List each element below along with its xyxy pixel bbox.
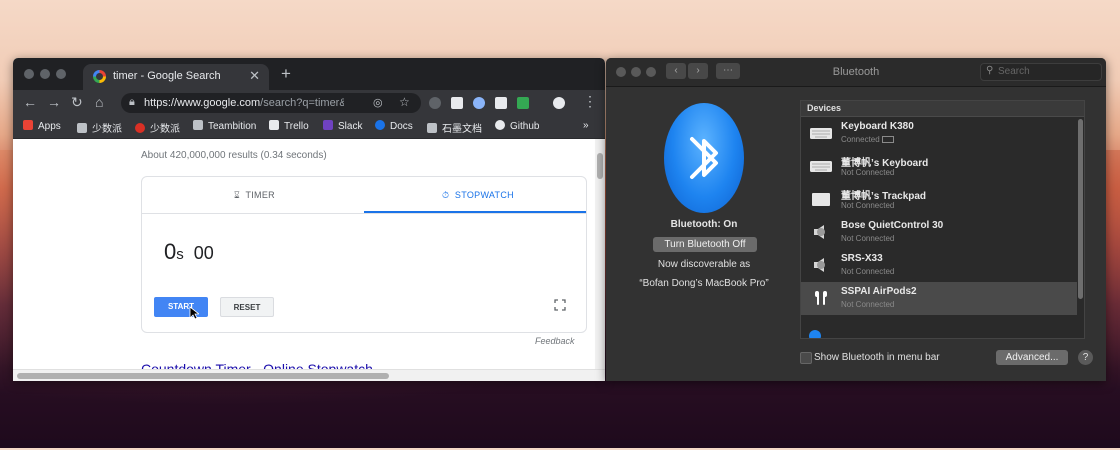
- bluetooth-logo-icon: [664, 103, 744, 213]
- airpods-icon: [815, 291, 827, 305]
- slack-icon: [323, 120, 333, 130]
- devices-scrollbar[interactable]: [1078, 117, 1084, 338]
- bookmark-item[interactable]: Slack: [323, 120, 362, 132]
- bookmarks-bar: Apps 少数派 少数派 Teambition Trello Slack Doc…: [13, 116, 605, 139]
- stopwatch-display: 0s 00: [164, 239, 214, 264]
- bookmark-item[interactable]: Trello: [269, 120, 309, 132]
- footer: Show Bluetooth in menu bar Advanced... ?: [606, 345, 1106, 381]
- profile-avatar[interactable]: [553, 97, 565, 109]
- browser-toolbar: ← → ↻ ⌂ 🔒︎ https://www.google.com/search…: [13, 90, 605, 116]
- speaker-icon: [814, 225, 825, 239]
- bookmarks-overflow-icon[interactable]: »: [583, 120, 589, 131]
- forward-arrow-icon[interactable]: →: [47, 94, 61, 110]
- tab-title: timer - Google Search: [113, 70, 221, 82]
- advanced-button[interactable]: Advanced...: [996, 350, 1068, 365]
- apps-grid-icon: [23, 120, 33, 130]
- bookmark-item[interactable]: 石墨文档: [427, 120, 482, 135]
- fullscreen-icon[interactable]: [554, 299, 566, 311]
- docs-icon: [375, 120, 385, 130]
- menu-kebab-icon[interactable]: ⋮: [583, 93, 597, 110]
- tab-stopwatch[interactable]: ⏱︎ STOPWATCH: [442, 190, 514, 201]
- device-row[interactable]: 董博帆’s Trackpad Not Connected: [801, 183, 1077, 216]
- home-icon[interactable]: ⌂: [95, 94, 103, 110]
- timer-tabs: ⌛︎ TIMER ⏱︎ STOPWATCH: [142, 177, 586, 214]
- bluetooth-prefs-window: ‹ › ⋯ Bluetooth ⚲ Search Bluetooth: On T…: [606, 58, 1106, 381]
- battery-icon: [881, 136, 894, 143]
- teambition-icon: [193, 120, 203, 130]
- sspai-icon: [135, 123, 145, 133]
- lock-icon: 🔒︎: [129, 96, 135, 108]
- keyboard-icon: [810, 128, 832, 139]
- shimo-icon: [427, 123, 437, 133]
- active-tab-indicator: [364, 211, 586, 213]
- bluetooth-device-icon: [809, 330, 821, 338]
- url-text[interactable]: https://www.google.com/search?q=timer&..…: [144, 97, 344, 109]
- back-arrow-icon[interactable]: ←: [23, 94, 37, 110]
- device-row-selected[interactable]: SSPAI AirPods2 Not Connected: [801, 282, 1077, 315]
- bookmark-item[interactable]: Docs: [375, 120, 413, 132]
- start-button[interactable]: START: [154, 297, 208, 317]
- show-in-menu-bar-label[interactable]: Show Bluetooth in menu bar: [814, 352, 940, 363]
- address-bar[interactable]: 🔒︎ https://www.google.com/search?q=timer…: [121, 93, 421, 113]
- browser-tab[interactable]: timer - Google Search ✕: [83, 64, 269, 90]
- feedback-link[interactable]: Feedback: [535, 336, 575, 346]
- close-tab-icon[interactable]: ✕: [249, 68, 260, 84]
- horizontal-scrollbar[interactable]: [13, 369, 605, 381]
- tab-timer[interactable]: ⌛︎ TIMER: [234, 190, 275, 201]
- github-icon: [495, 120, 505, 130]
- bookmark-apps[interactable]: Apps: [23, 120, 61, 132]
- notion-icon[interactable]: [495, 97, 507, 109]
- computer-name: “Bofan Dong’s MacBook Pro”: [639, 278, 769, 289]
- reload-icon[interactable]: ↻: [71, 94, 83, 111]
- turn-bluetooth-off-button[interactable]: Turn Bluetooth Off: [653, 237, 757, 252]
- extension-icon[interactable]: [517, 97, 529, 109]
- extension-icon[interactable]: [451, 97, 463, 109]
- devices-header: Devices: [801, 101, 1084, 117]
- close-window-button[interactable]: [24, 69, 34, 79]
- bookmark-item[interactable]: Github: [495, 120, 539, 132]
- speaker-icon: [814, 258, 825, 272]
- device-row[interactable]: SRS-X33 Not Connected: [801, 249, 1077, 282]
- results-stats: About 420,000,000 results (0.34 seconds): [141, 150, 327, 161]
- trackpad-icon: [812, 193, 830, 206]
- reset-button[interactable]: RESET: [220, 297, 274, 317]
- location-icon[interactable]: ◎: [373, 96, 383, 109]
- zoom-window-button[interactable]: [56, 69, 66, 79]
- minimize-window-button[interactable]: [40, 69, 50, 79]
- bookmark-item[interactable]: 少数派: [77, 120, 122, 135]
- google-favicon-icon: [93, 70, 106, 83]
- discoverable-label: Now discoverable as: [657, 259, 751, 270]
- device-row[interactable]: Keyboard K380 Connected: [801, 117, 1077, 150]
- trello-icon: [269, 120, 279, 130]
- devices-list: Devices Keyboard K380 Connected 董博帆’s Ke…: [800, 100, 1085, 339]
- device-row[interactable]: Bose QuietControl 30 Not Connected: [801, 216, 1077, 249]
- stopwatch-card: ⌛︎ TIMER ⏱︎ STOPWATCH 0s 00 START RESET: [141, 176, 587, 333]
- extension-icon[interactable]: [429, 97, 441, 109]
- folder-icon: [77, 123, 87, 133]
- window-titlebar: ‹ › ⋯ Bluetooth ⚲ Search: [606, 58, 1106, 87]
- search-icon: ⚲: [986, 65, 994, 76]
- chrome-window: timer - Google Search ✕ + ← → ↻ ⌂ 🔒︎ htt…: [13, 58, 605, 381]
- bookmark-item[interactable]: Teambition: [193, 120, 256, 132]
- bookmark-star-icon[interactable]: ☆: [399, 95, 410, 109]
- search-result-link[interactable]: Countdown Timer - Online Stopwatch: [141, 361, 373, 369]
- bookmark-item[interactable]: 少数派: [135, 120, 180, 135]
- extension-icon[interactable]: [473, 97, 485, 109]
- keyboard-icon: [810, 161, 832, 172]
- device-row[interactable]: 董博帆’s Keyboard Not Connected: [801, 150, 1077, 183]
- bluetooth-status: Bluetooth: On: [670, 219, 738, 230]
- show-in-menu-bar-checkbox[interactable]: [800, 352, 812, 364]
- search-page: About 420,000,000 results (0.34 seconds)…: [13, 139, 605, 369]
- tab-bar: timer - Google Search ✕ +: [13, 58, 605, 90]
- search-input[interactable]: ⚲ Search: [980, 63, 1102, 81]
- new-tab-button[interactable]: +: [281, 64, 291, 84]
- mouse-cursor-icon: [189, 306, 199, 320]
- help-button[interactable]: ?: [1078, 350, 1093, 365]
- vertical-scrollbar[interactable]: [595, 139, 605, 369]
